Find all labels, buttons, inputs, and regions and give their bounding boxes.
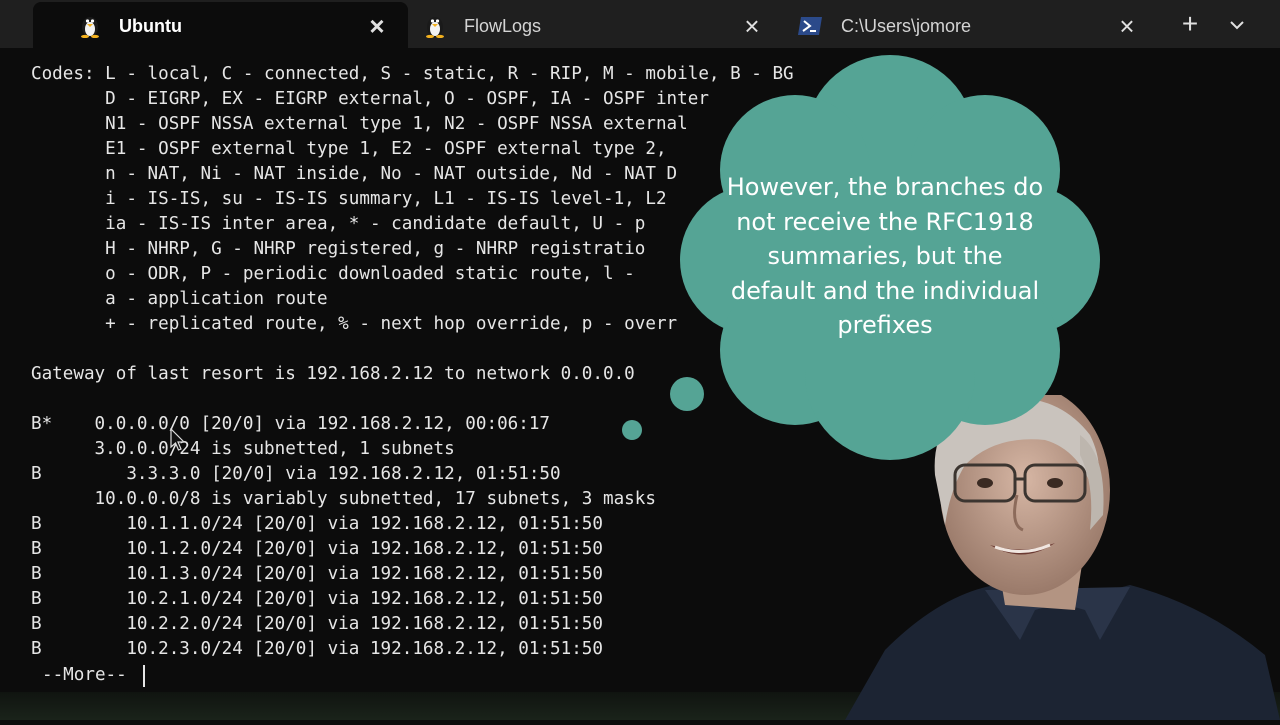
mouse-pointer-icon: [170, 427, 186, 457]
close-tab-icon[interactable]: ×: [362, 13, 392, 39]
thought-bubble-dot: [622, 420, 642, 440]
more-prompt: --More--: [42, 665, 127, 685]
linux-penguin-icon: [424, 14, 446, 38]
close-tab-icon[interactable]: ×: [1112, 13, 1142, 39]
close-tab-icon[interactable]: ×: [737, 13, 767, 39]
terminal-line: a - application route: [31, 289, 328, 309]
terminal-line: 10.0.0.0/8 is variably subnetted, 17 sub…: [31, 489, 656, 509]
terminal-line: B 3.3.3.0 [20/0] via 192.168.2.12, 01:51…: [31, 464, 561, 484]
terminal-line: D - EIGRP, EX - EIGRP external, O - OSPF…: [31, 89, 709, 109]
terminal-line: o - ODR, P - periodic downloaded static …: [31, 264, 635, 284]
terminal-line: Gateway of last resort is 192.168.2.12 t…: [31, 364, 635, 384]
thought-bubble-text: However, the branches do not receive the…: [726, 173, 1044, 339]
terminal-line: B 10.1.1.0/24 [20/0] via 192.168.2.12, 0…: [31, 514, 603, 534]
terminal-line: B 10.2.2.0/24 [20/0] via 192.168.2.12, 0…: [31, 614, 603, 634]
powershell-icon: [797, 14, 823, 38]
terminal-line: H - NHRP, G - NHRP registered, g - NHRP …: [31, 239, 646, 259]
new-tab-button[interactable]: +: [1176, 8, 1204, 40]
terminal-line: E1 - OSPF external type 1, E2 - OSPF ext…: [31, 139, 667, 159]
linux-penguin-icon: [79, 14, 101, 38]
thought-bubble-dot: [670, 377, 704, 411]
tab-label: Ubuntu: [119, 15, 182, 36]
text-cursor: [143, 665, 145, 687]
chevron-down-icon[interactable]: [1224, 10, 1250, 40]
terminal-line: B 10.2.1.0/24 [20/0] via 192.168.2.12, 0…: [31, 589, 603, 609]
tab-ubuntu[interactable]: Ubuntu ×: [33, 2, 408, 50]
terminal-line: ia - IS-IS inter area, * - candidate def…: [31, 214, 646, 234]
terminal-line: B* 0.0.0.0/0 [20/0] via 192.168.2.12, 00…: [31, 414, 551, 434]
terminal-line: B 10.1.2.0/24 [20/0] via 192.168.2.12, 0…: [31, 539, 603, 559]
terminal-line: i - IS-IS, su - IS-IS summary, L1 - IS-I…: [31, 189, 667, 209]
tab-label: C:\Users\jomore: [841, 15, 972, 36]
tab-label: FlowLogs: [464, 15, 542, 36]
terminal-line: B 10.1.3.0/24 [20/0] via 192.168.2.12, 0…: [31, 564, 603, 584]
terminal-line: N1 - OSPF NSSA external type 1, N2 - OSP…: [31, 114, 688, 134]
terminal-line: n - NAT, Ni - NAT inside, No - NAT outsi…: [31, 164, 678, 184]
terminal-line: B 10.2.3.0/24 [20/0] via 192.168.2.12, 0…: [31, 639, 603, 659]
terminal-line: 3.0.0.0/24 is subnetted, 1 subnets: [31, 439, 455, 459]
terminal-line: + - replicated route, % - next hop overr…: [31, 314, 678, 334]
